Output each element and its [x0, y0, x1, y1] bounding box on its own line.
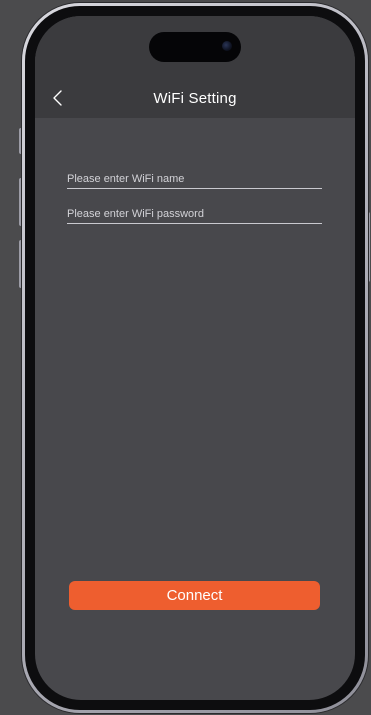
app-screen: WiFi Setting Connect	[35, 16, 355, 700]
dynamic-island	[149, 32, 241, 62]
wifi-name-input[interactable]	[67, 173, 322, 188]
connect-button[interactable]: Connect	[69, 581, 320, 610]
wifi-password-field	[67, 208, 322, 224]
phone-bezel: WiFi Setting Connect	[25, 6, 365, 710]
page-title: WiFi Setting	[153, 90, 237, 107]
wifi-name-field	[67, 173, 322, 189]
device-stage: WiFi Setting Connect	[0, 0, 371, 715]
phone-frame: WiFi Setting Connect	[22, 3, 368, 713]
camera-lens-icon	[222, 41, 232, 51]
wifi-password-input[interactable]	[67, 208, 322, 223]
